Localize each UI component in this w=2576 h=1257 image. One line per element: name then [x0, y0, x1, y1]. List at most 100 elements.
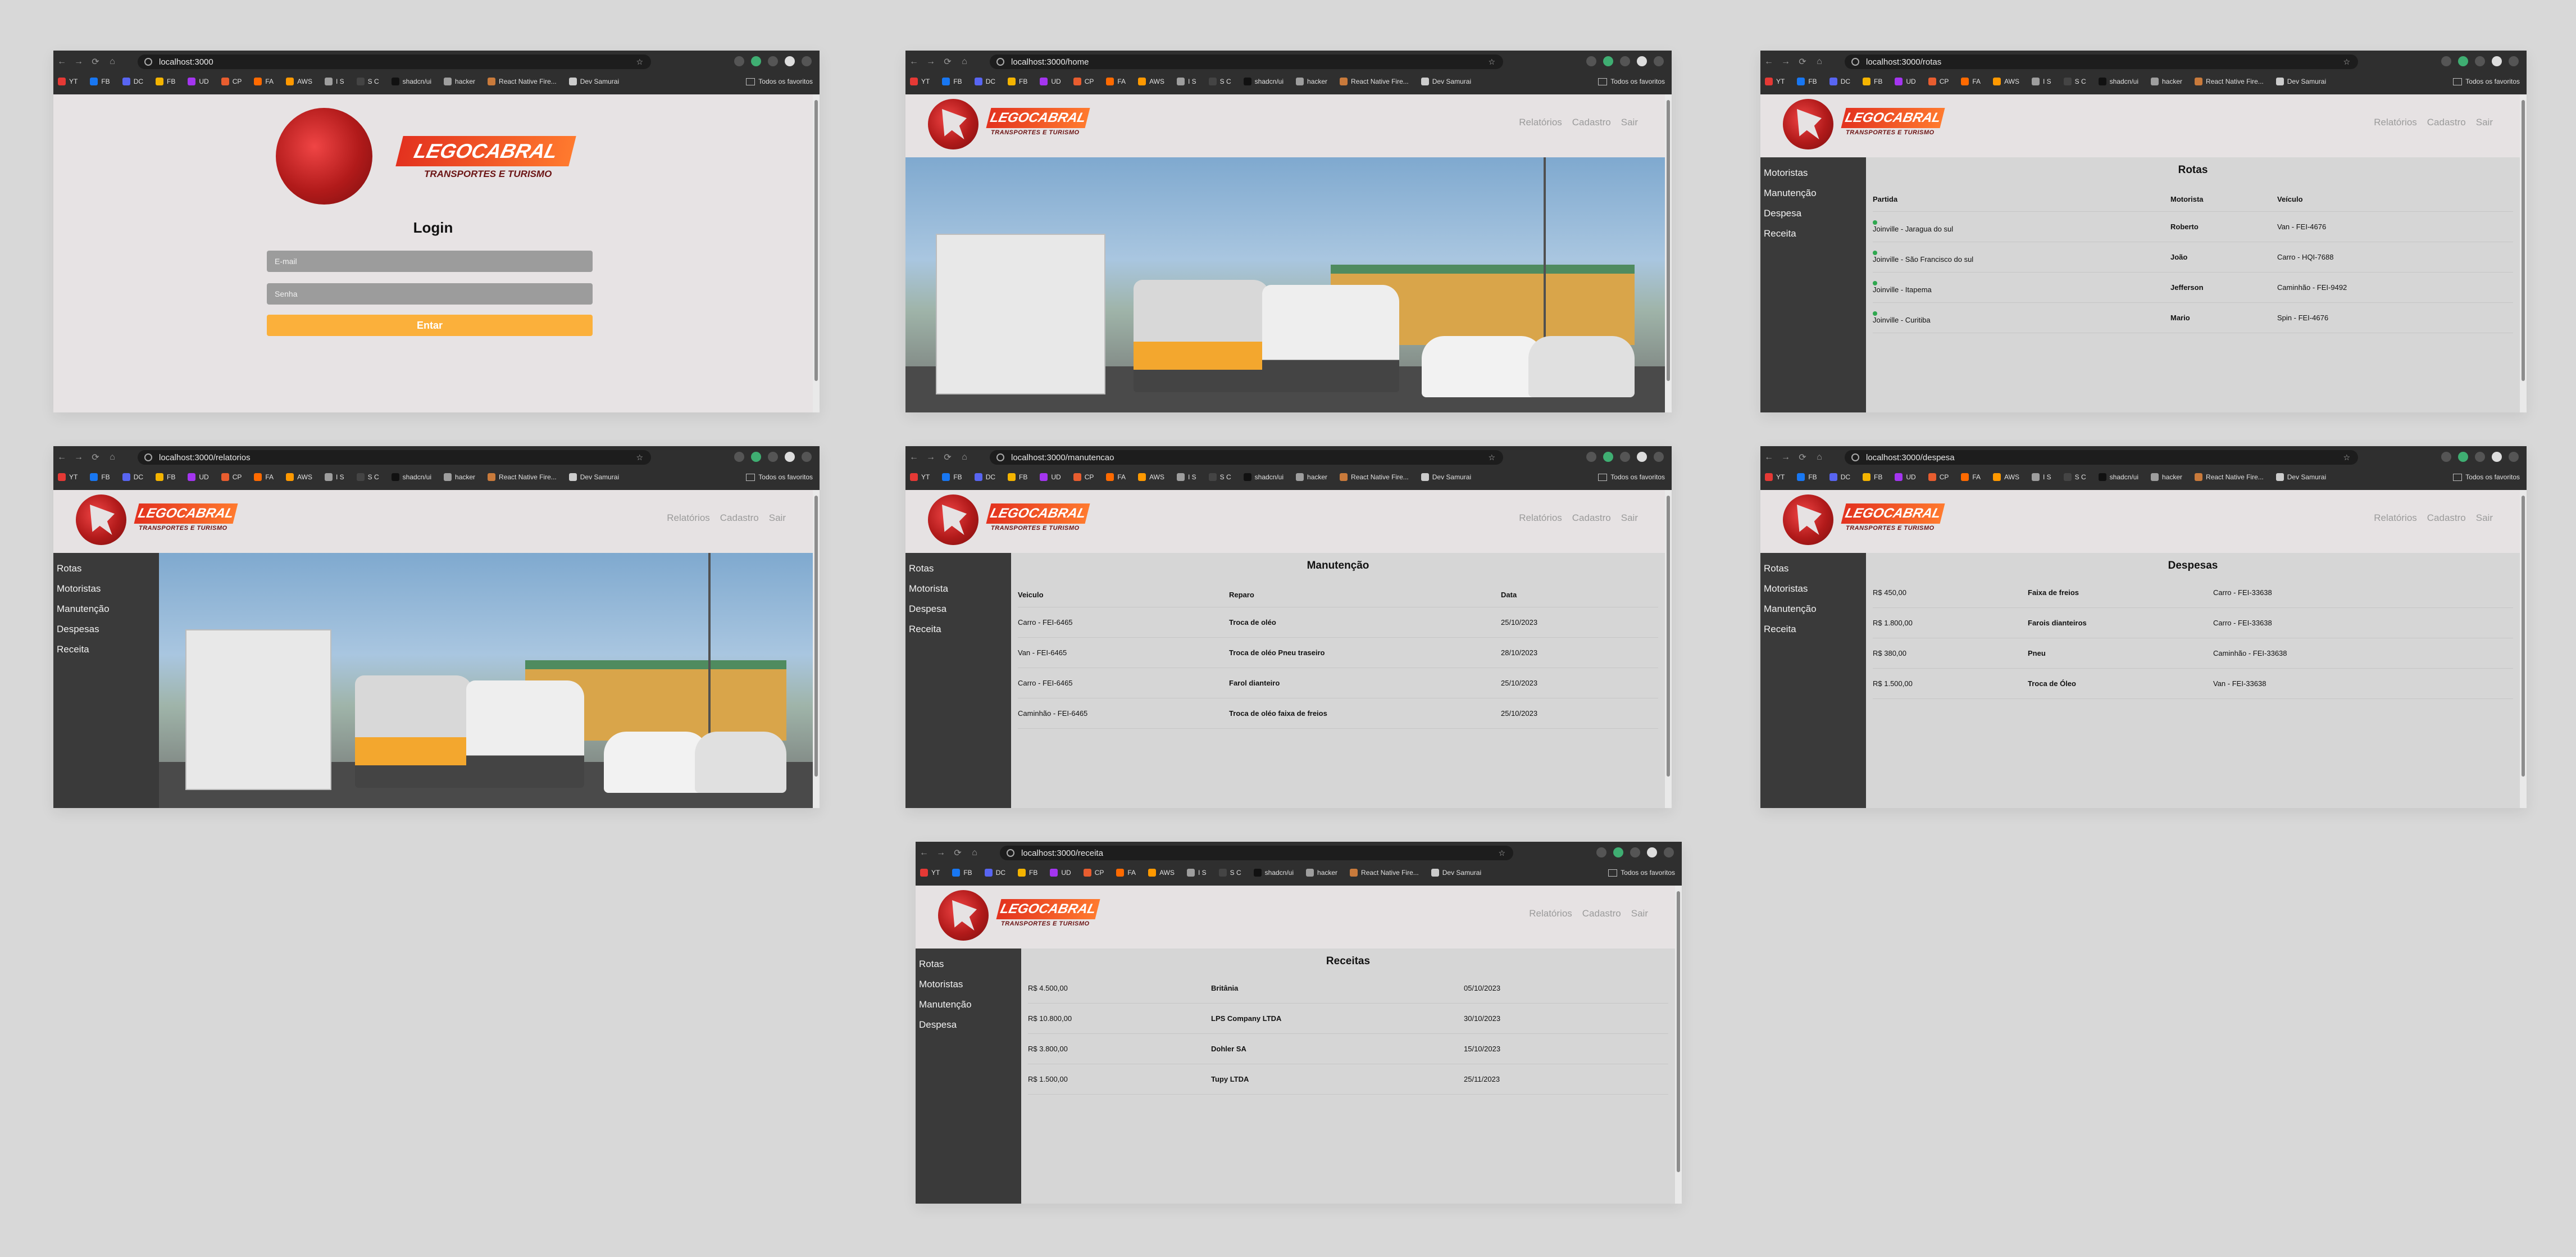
- scrollbar-thumb[interactable]: [814, 496, 818, 777]
- bookmark-item[interactable]: S C: [1208, 473, 1231, 481]
- bookmark-item[interactable]: CP: [221, 473, 242, 481]
- side-menu-item[interactable]: Motorista: [905, 579, 1011, 599]
- address-bar[interactable]: localhost:3000/despesa ☆: [1845, 450, 2358, 465]
- profile-avatar[interactable]: [2492, 452, 2502, 462]
- side-menu-item[interactable]: Despesa: [1760, 203, 1866, 224]
- bookmark-item[interactable]: YT: [1765, 78, 1785, 85]
- nav-cadastro[interactable]: Cadastro: [1582, 908, 1621, 919]
- side-menu-item[interactable]: Receita: [53, 639, 159, 660]
- all-bookmarks[interactable]: Todos os favoritos: [1608, 869, 1675, 877]
- back-icon[interactable]: ←: [53, 452, 70, 462]
- extension-icon[interactable]: [1596, 847, 1606, 857]
- nav-relatorios[interactable]: Relatórios: [1519, 117, 1562, 128]
- nav-sair[interactable]: Sair: [1621, 512, 1638, 524]
- bookmark-item[interactable]: YT: [920, 869, 940, 877]
- extension-icon[interactable]: [768, 452, 778, 462]
- bookmark-star-icon[interactable]: ☆: [1498, 848, 1505, 858]
- bookmark-item[interactable]: shadcn/ui: [2098, 78, 2138, 85]
- side-menu-item[interactable]: Rotas: [1760, 559, 1866, 579]
- bookmark-item[interactable]: CP: [221, 78, 242, 85]
- scrollbar-thumb[interactable]: [1677, 891, 1680, 1172]
- reload-icon[interactable]: ⟳: [1794, 452, 1811, 463]
- address-bar[interactable]: localhost:3000/relatorios ☆: [138, 450, 651, 465]
- bookmark-item[interactable]: FA: [1116, 869, 1136, 877]
- bookmark-item[interactable]: S C: [1218, 869, 1241, 877]
- bookmark-item[interactable]: DC: [122, 78, 143, 85]
- menu-icon[interactable]: [1654, 56, 1664, 66]
- bookmark-star-icon[interactable]: ☆: [636, 57, 643, 67]
- extension-icon[interactable]: [1603, 452, 1613, 462]
- bookmark-item[interactable]: FB: [156, 78, 175, 85]
- nav-sair[interactable]: Sair: [1621, 117, 1638, 128]
- back-icon[interactable]: ←: [905, 57, 922, 67]
- side-menu-item[interactable]: Motoristas: [1760, 579, 1866, 599]
- all-bookmarks[interactable]: Todos os favoritos: [2453, 78, 2520, 86]
- brand-logo-emblem[interactable]: [1783, 494, 1833, 545]
- extension-icon[interactable]: [1603, 56, 1613, 66]
- site-info-icon[interactable]: [144, 453, 152, 461]
- bookmark-item[interactable]: React Native Fire...: [2195, 473, 2264, 481]
- extension-icon[interactable]: [2475, 452, 2485, 462]
- bookmark-item[interactable]: shadcn/ui: [1253, 869, 1294, 877]
- bookmark-item[interactable]: React Native Fire...: [488, 473, 557, 481]
- email-input[interactable]: E-mail: [267, 251, 593, 272]
- bookmark-item[interactable]: React Native Fire...: [1350, 869, 1419, 877]
- bookmark-item[interactable]: UD: [188, 473, 209, 481]
- nav-relatorios[interactable]: Relatórios: [1519, 512, 1562, 524]
- side-menu-item[interactable]: Manutenção: [53, 599, 159, 619]
- bookmark-star-icon[interactable]: ☆: [2343, 453, 2350, 462]
- bookmark-item[interactable]: DC: [1829, 78, 1850, 85]
- side-menu-item[interactable]: Rotas: [53, 559, 159, 579]
- bookmark-item[interactable]: hacker: [2151, 78, 2182, 85]
- address-bar[interactable]: localhost:3000/manutencao ☆: [990, 450, 1503, 465]
- home-icon[interactable]: ⌂: [104, 57, 121, 67]
- profile-avatar[interactable]: [1637, 452, 1647, 462]
- bookmark-item[interactable]: DC: [974, 473, 995, 481]
- site-info-icon[interactable]: [996, 453, 1004, 461]
- extension-icon[interactable]: [734, 56, 744, 66]
- menu-icon[interactable]: [2509, 452, 2519, 462]
- menu-icon[interactable]: [1654, 452, 1664, 462]
- scrollbar-thumb[interactable]: [814, 100, 818, 381]
- back-icon[interactable]: ←: [1760, 57, 1777, 67]
- side-menu-item[interactable]: Despesa: [916, 1015, 1021, 1035]
- side-menu-item[interactable]: Receita: [1760, 224, 1866, 244]
- bookmark-item[interactable]: Dev Samurai: [2275, 78, 2326, 85]
- bookmark-item[interactable]: FA: [254, 473, 274, 481]
- site-info-icon[interactable]: [1851, 58, 1859, 66]
- reload-icon[interactable]: ⟳: [87, 452, 104, 463]
- bookmark-item[interactable]: AWS: [1993, 78, 2019, 85]
- extension-icon[interactable]: [751, 56, 761, 66]
- bookmark-item[interactable]: AWS: [286, 78, 312, 85]
- bookmark-item[interactable]: CP: [1073, 78, 1094, 85]
- reload-icon[interactable]: ⟳: [949, 847, 966, 859]
- extension-icon[interactable]: [734, 452, 744, 462]
- site-info-icon[interactable]: [144, 58, 152, 66]
- bookmark-item[interactable]: hacker: [1296, 78, 1327, 85]
- forward-icon[interactable]: →: [932, 848, 949, 858]
- forward-icon[interactable]: →: [70, 57, 87, 67]
- menu-icon[interactable]: [2509, 56, 2519, 66]
- nav-cadastro[interactable]: Cadastro: [1572, 117, 1611, 128]
- nav-relatorios[interactable]: Relatórios: [2374, 117, 2417, 128]
- bookmark-item[interactable]: YT: [58, 473, 78, 481]
- address-bar[interactable]: localhost:3000/rotas ☆: [1845, 55, 2358, 69]
- bookmark-item[interactable]: FB: [90, 473, 110, 481]
- back-icon[interactable]: ←: [53, 57, 70, 67]
- scrollbar-thumb[interactable]: [1667, 100, 1670, 381]
- nav-relatorios[interactable]: Relatórios: [1529, 908, 1572, 919]
- bookmark-item[interactable]: UD: [1040, 473, 1061, 481]
- bookmark-item[interactable]: YT: [58, 78, 78, 85]
- home-icon[interactable]: ⌂: [966, 848, 983, 858]
- brand-logo-emblem[interactable]: [938, 890, 989, 941]
- brand-logo-emblem[interactable]: [76, 494, 126, 545]
- side-menu-item[interactable]: Rotas: [905, 559, 1011, 579]
- bookmark-item[interactable]: CP: [1083, 869, 1104, 877]
- scrollbar[interactable]: [813, 94, 820, 412]
- bookmark-item[interactable]: YT: [910, 473, 930, 481]
- side-menu-item[interactable]: Despesas: [53, 619, 159, 639]
- profile-avatar[interactable]: [1647, 847, 1657, 857]
- extension-icon[interactable]: [1620, 452, 1630, 462]
- bookmark-item[interactable]: FB: [90, 78, 110, 85]
- bookmark-item[interactable]: shadcn/ui: [1243, 78, 1284, 85]
